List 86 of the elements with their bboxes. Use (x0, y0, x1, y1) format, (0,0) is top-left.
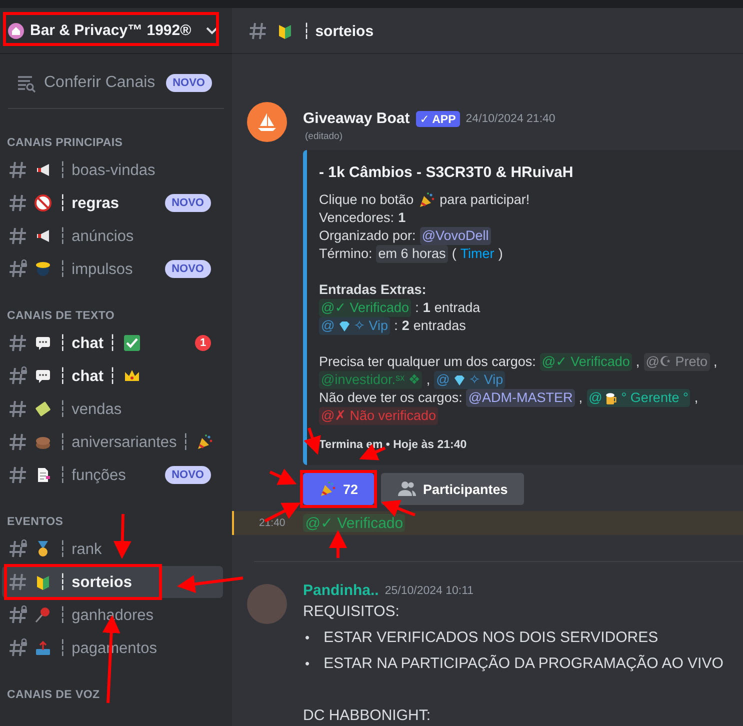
author-name[interactable]: Pandinha.. (303, 582, 379, 599)
annotation-arrow (329, 530, 347, 558)
channel-item[interactable]: ┆ ganhadores (2, 599, 223, 631)
timestamp-chip: em 6 horas (376, 245, 448, 263)
message-text: REQUISITOS: (303, 602, 400, 622)
channel-item[interactable]: ┆ impulsos NOVO (2, 253, 223, 285)
annotation-arrow (381, 500, 416, 517)
message-text: : (394, 317, 398, 335)
message-text: , (714, 353, 718, 371)
category-header[interactable]: EVENTOS (0, 492, 232, 532)
channel-item[interactable]: ┆ vendas (2, 393, 223, 425)
channel-item[interactable]: ┆ regras NOVO (2, 187, 223, 219)
category-header[interactable]: CANAIS DE VOZ (0, 665, 232, 705)
role-mention[interactable]: @investidor.ˢˣ ❖ (319, 371, 422, 389)
channel-list-icon (16, 73, 36, 93)
new-badge: NOVO (164, 466, 211, 484)
enter-button[interactable]: 72 (303, 473, 374, 505)
annotation-arrow (113, 514, 132, 559)
role-mention[interactable]: @✓ Verificado (319, 299, 412, 317)
new-badge: NOVO (164, 194, 211, 212)
category-header[interactable]: CANAIS PRINCIPAIS (0, 121, 232, 153)
people-icon (397, 480, 418, 498)
author-name[interactable]: Giveaway Boat (303, 110, 410, 127)
role-mention[interactable]: @VovoDell (420, 227, 491, 245)
embed-title: - 1k Câmbios - S3CR3T0 & HRuivaH (319, 164, 574, 181)
bot-avatar[interactable] (247, 102, 287, 142)
message-text: Clique no botão (319, 191, 414, 209)
channel-item[interactable]: ┆ sorteios (2, 566, 223, 598)
message-time: 24/10/2024 21:40 (466, 112, 556, 124)
message-text: entrada (434, 299, 480, 317)
annotation-arrow (269, 468, 297, 485)
role-mention[interactable]: @✗ Não verificado (319, 407, 438, 425)
role-mention[interactable]: @✓ Verificado (303, 514, 406, 532)
timer-link[interactable]: Timer (460, 245, 494, 263)
message-text: Vencedores: (319, 209, 394, 227)
message-text: Organizado por: (319, 227, 416, 245)
category-header[interactable]: CANAIS DE TEXTO (0, 286, 232, 326)
message-text: para participar! (440, 191, 530, 209)
channel-item[interactable]: ┆ anúncios (2, 220, 223, 252)
list-item: ESTAR VERIFICADOS NOS DOIS SERVIDORES (324, 628, 658, 648)
message-time: 25/10/2024 10:11 (384, 584, 474, 596)
home-icon (8, 22, 24, 38)
bullet-marker: • (305, 655, 310, 673)
channel-item[interactable]: ┆ aniversariantes ┆ (2, 426, 223, 458)
message-text: Não deve ter os cargos: (319, 389, 462, 407)
channel-item[interactable]: ┆ chat ┆ 1 (2, 327, 223, 359)
message-text: , (694, 389, 698, 407)
role-mention[interactable]: @ ✧ Vip (319, 317, 390, 335)
message-text: DC HABBONIGHT: (303, 706, 432, 726)
role-mention[interactable]: @ADM-MASTER (466, 389, 575, 407)
role-mention[interactable]: @ ✧ Vip (434, 371, 506, 389)
annotation-arrow (177, 575, 244, 594)
message-text: , (636, 353, 640, 371)
role-mention[interactable]: @✓ Verificado (540, 353, 632, 371)
channel-item[interactable]: ┆ funções NOVO (2, 459, 223, 491)
bold-text: Entradas Extras: (319, 281, 426, 299)
annotation-arrow (304, 428, 321, 455)
app-tag: ✓ APP (416, 110, 460, 126)
channel-item[interactable]: ┆ boas-vindas (2, 154, 223, 186)
server-header[interactable]: Bar & Privacy™ 1992® (0, 8, 232, 54)
message-text: ) (498, 245, 503, 263)
chevron-down-icon (206, 26, 218, 34)
edited-label: (editado) (305, 131, 344, 142)
role-mention[interactable]: @ ° Gerente ° (586, 389, 690, 407)
channel-item[interactable]: ┆ rank (2, 533, 223, 565)
message-text: Precisa ter qualquer um dos cargos: (319, 353, 536, 371)
new-badge: NOVO (166, 74, 212, 92)
message-text: entradas (413, 317, 466, 335)
bullet-marker: • (305, 629, 310, 647)
bold-text: 1 (422, 299, 430, 317)
message-text: Término: (319, 245, 372, 263)
message-text: ( (452, 245, 456, 263)
participants-button[interactable]: Participantes (381, 473, 524, 505)
mention-count-badge: 1 (195, 335, 211, 351)
message-text: , (578, 389, 583, 407)
message-text: , (426, 371, 430, 389)
channel-title: ┆ sorteios (302, 22, 374, 40)
browse-channels-label[interactable]: Conferir Canais (44, 74, 158, 92)
role-mention[interactable]: @☪ Preto (644, 353, 710, 371)
bold-text: 1 (398, 209, 406, 227)
message-text: : (415, 299, 419, 317)
list-item: ESTAR NA PARTICIPAÇÃO DA PROGRAMAÇÃO AO VIVO (324, 654, 724, 674)
new-badge: NOVO (164, 260, 211, 278)
hash-icon (248, 20, 268, 40)
bold-text: 2 (402, 317, 410, 335)
channel-item[interactable]: ┆ chat ┆ (2, 360, 223, 392)
